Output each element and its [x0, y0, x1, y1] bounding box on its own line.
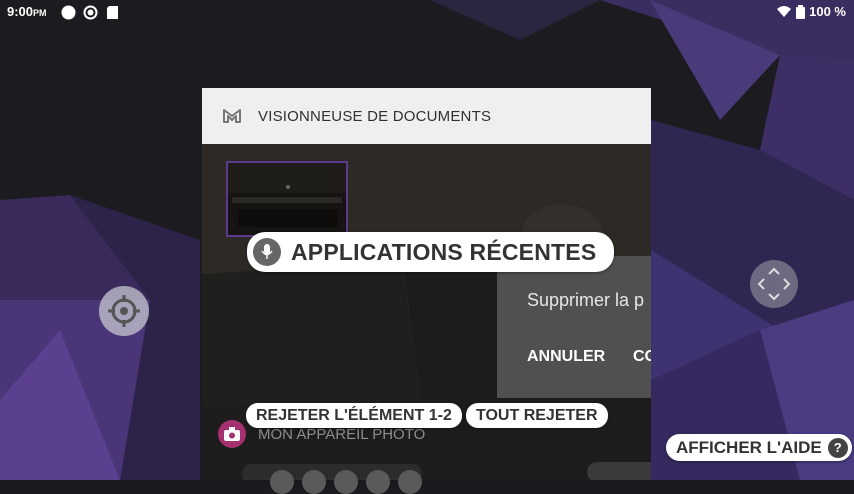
dismiss-item-button[interactable]: REJETER L'ÉLÉMENT 1-2 [246, 403, 462, 428]
nav-icon[interactable] [302, 470, 326, 494]
overlay-title: APPLICATIONS RÉCENTES [291, 238, 597, 265]
dpad-button[interactable] [750, 260, 798, 308]
help-label: AFFICHER L'AIDE [676, 437, 822, 457]
image-thumbnail[interactable] [226, 161, 348, 237]
nav-icon[interactable] [398, 470, 422, 494]
footer-app-name: MON APPAREIL PHOTO [258, 426, 426, 443]
microphone-icon[interactable] [253, 238, 281, 266]
card-title: VISIONNEUSE DE DOCUMENTS [258, 107, 492, 125]
battery-icon [796, 4, 806, 19]
sd-card-icon [107, 6, 118, 19]
delete-dialog: Supprimer la p ANNULER CO [497, 256, 651, 398]
crosshair-button[interactable] [99, 286, 149, 336]
camera-icon [218, 420, 246, 448]
dpad-icon [757, 267, 791, 301]
show-help-button[interactable]: AFFICHER L'AIDE ? [666, 434, 852, 461]
notification-dot-icon [61, 5, 76, 20]
dismiss-all-button[interactable]: TOUT REJETER [466, 403, 608, 428]
nav-icon[interactable] [334, 470, 358, 494]
clock: 9:00PM [7, 4, 47, 19]
document-viewer-icon [223, 109, 241, 123]
battery-percent: 100 % [809, 4, 846, 19]
wifi-icon [777, 6, 792, 17]
help-icon: ? [827, 437, 848, 458]
nav-icon[interactable] [366, 470, 390, 494]
cancel-button[interactable]: ANNULER [527, 348, 605, 366]
sync-icon [83, 5, 98, 20]
footer-toolbar-right [587, 462, 651, 480]
crosshair-icon [108, 295, 140, 327]
status-bar: 9:00PM 100 % [0, 0, 854, 24]
nav-icon[interactable] [270, 470, 294, 494]
card-header[interactable]: VISIONNEUSE DE DOCUMENTS [202, 88, 651, 144]
recent-apps-title: APPLICATIONS RÉCENTES [247, 232, 615, 272]
confirm-button[interactable]: CO [633, 348, 651, 366]
dialog-message: Supprimer la p [527, 290, 645, 310]
status-right: 100 % [776, 4, 846, 19]
bottom-icon-row [270, 470, 422, 494]
